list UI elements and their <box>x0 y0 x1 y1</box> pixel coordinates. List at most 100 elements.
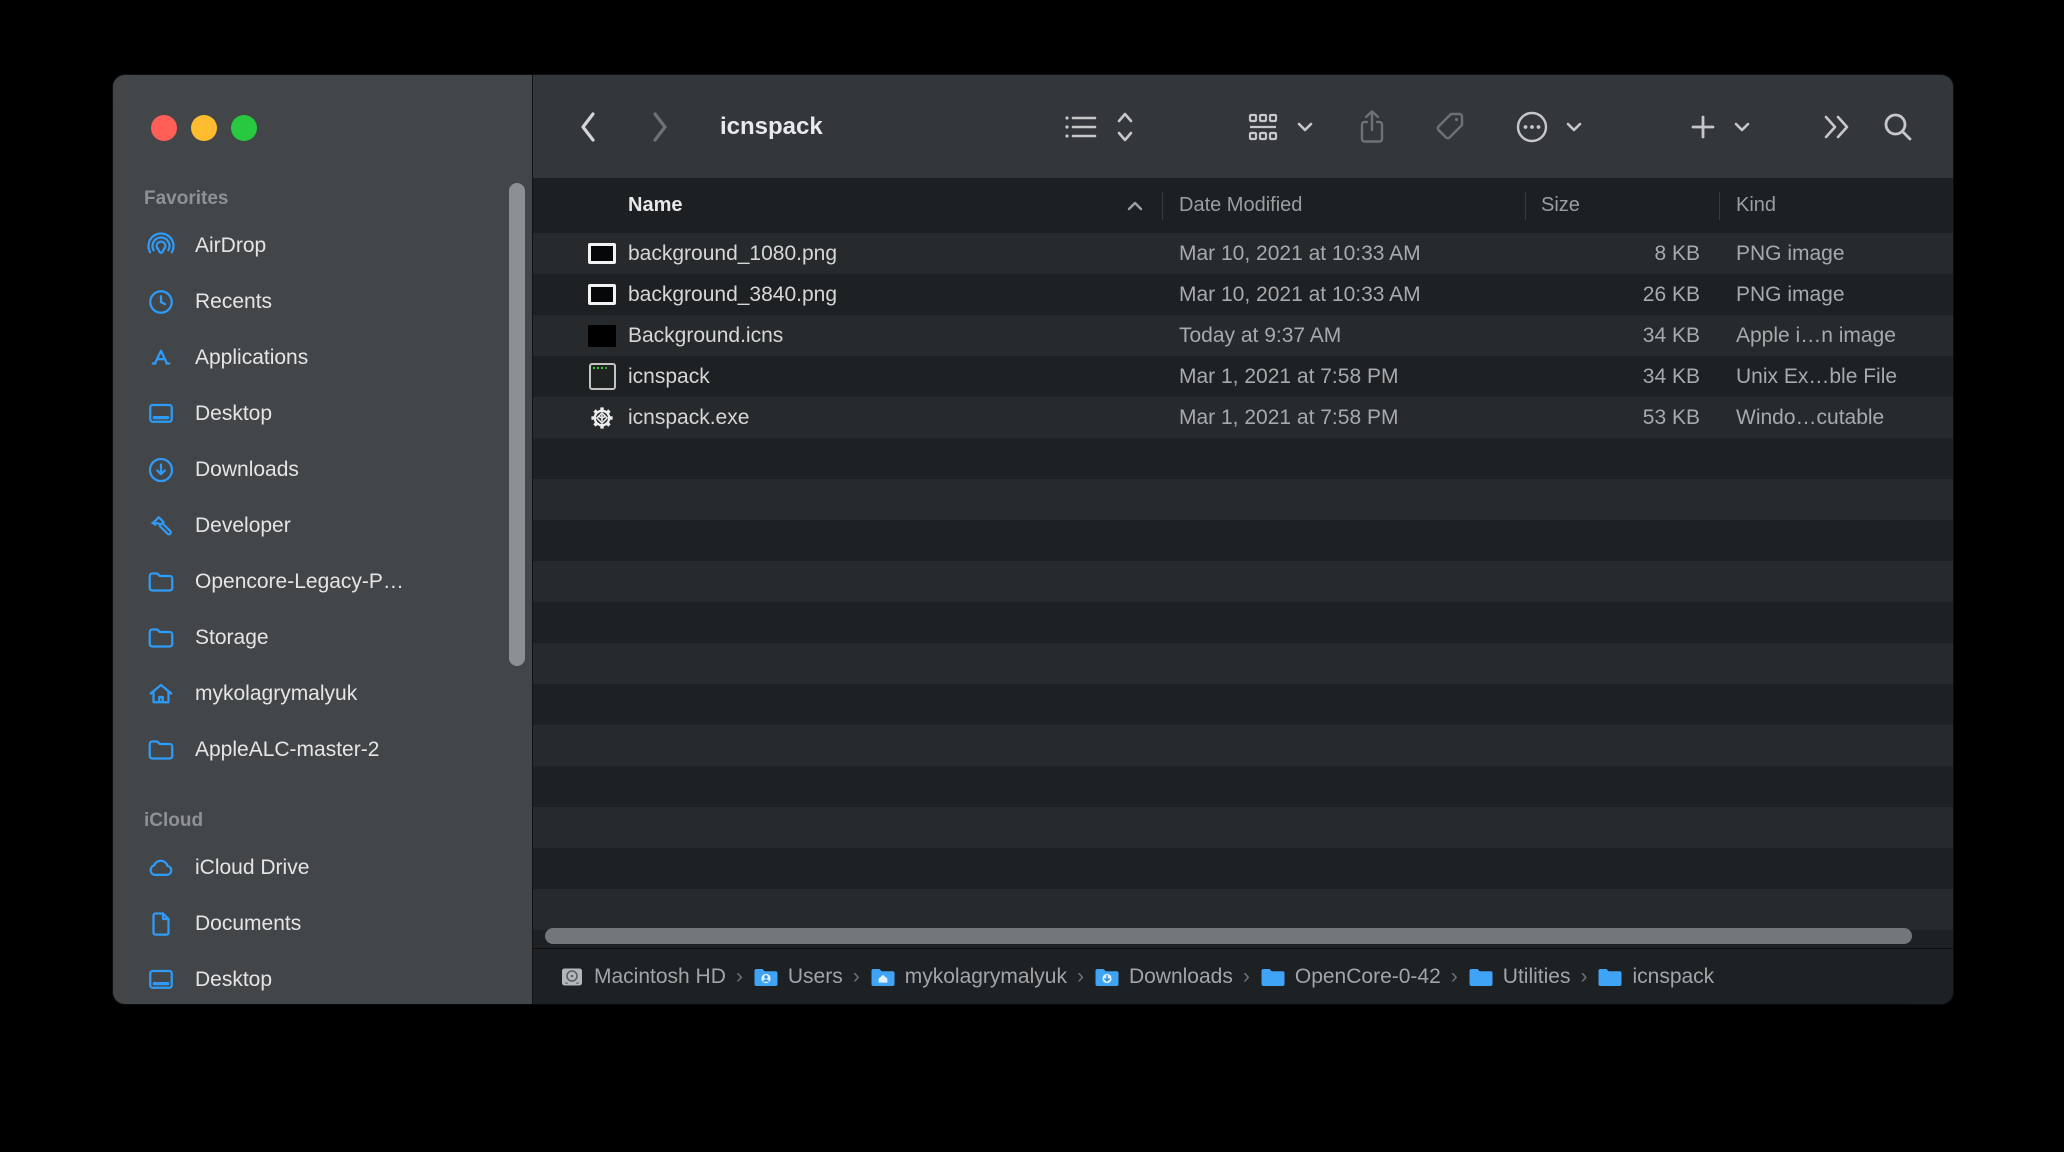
sidebar-item-downloads[interactable]: Downloads <box>113 442 513 498</box>
chevron-left-icon <box>583 114 593 140</box>
file-row[interactable]: background_3840.pngMar 10, 2021 at 10:33… <box>533 274 1953 315</box>
sidebar-section: FavoritesAirDropRecents Applications Deskt… <box>113 179 513 778</box>
sidebar-item-label: Developer <box>195 514 291 538</box>
unix-executable-icon <box>589 363 616 390</box>
list-header: Name Date Modified Size Kind <box>533 178 1953 235</box>
sidebar-item-documents[interactable]: Documents <box>113 896 513 952</box>
sidebar-item-airdrop[interactable]: AirDrop <box>113 218 513 274</box>
file-size: 8 KB <box>1525 233 1700 274</box>
breadcrumb-item-icnspack[interactable]: icnspack <box>1597 964 1714 990</box>
sidebar-item-applications[interactable]: Applications <box>113 330 513 386</box>
column-divider[interactable] <box>1719 192 1720 220</box>
breadcrumb-item-users[interactable]: Users <box>753 964 843 990</box>
horizontal-scrollbar[interactable] <box>545 928 1912 944</box>
search-icon <box>1881 110 1915 144</box>
empty-row-stripe <box>533 561 1953 602</box>
png-image-icon <box>588 243 616 264</box>
close-button[interactable] <box>151 115 177 141</box>
file-row[interactable]: icnspack.exeMar 1, 2021 at 7:58 PM53 KBW… <box>533 397 1953 438</box>
back-button[interactable] <box>575 107 601 147</box>
toolbar-overflow-button[interactable] <box>1820 112 1854 142</box>
document-icon <box>146 909 176 939</box>
list-view-icon <box>1062 111 1098 143</box>
sidebar-item-applealc-master-2[interactable]: AppleALC-master-2 <box>113 722 513 778</box>
sidebar-item-label: AppleALC-master-2 <box>195 738 379 762</box>
sidebar-scrollbar[interactable] <box>509 183 525 666</box>
window-controls <box>151 115 257 141</box>
folder-user-icon <box>753 964 779 990</box>
forward-button[interactable] <box>647 107 673 147</box>
breadcrumb-separator: › <box>1451 965 1458 989</box>
sidebar-item-recents[interactable]: Recents <box>113 274 513 330</box>
group-chevron[interactable] <box>1296 121 1314 133</box>
desktop-icon <box>146 399 176 429</box>
minimize-button[interactable] <box>191 115 217 141</box>
empty-row-stripe <box>533 684 1953 725</box>
view-mode-button[interactable] <box>1062 111 1098 143</box>
file-name: icnspack.exe <box>628 397 749 438</box>
sidebar-item-label: Storage <box>195 626 269 650</box>
empty-row-stripe <box>533 807 1953 848</box>
file-kind: Apple i…n image <box>1736 315 1896 356</box>
sidebar-item-developer[interactable]: Developer <box>113 498 513 554</box>
download-circle-icon <box>146 455 176 485</box>
breadcrumb-label: Downloads <box>1129 965 1233 989</box>
sidebar-item-label: Applications <box>195 346 308 370</box>
file-row[interactable]: icnspackMar 1, 2021 at 7:58 PM34 KBUnix … <box>533 356 1953 397</box>
breadcrumb-label: Utilities <box>1503 965 1571 989</box>
chevron-down-icon <box>1296 121 1314 133</box>
sidebar-item-desktop[interactable]: Desktop <box>113 386 513 442</box>
sidebar-item-label: Desktop <box>195 402 272 426</box>
gear-executable-icon <box>588 404 616 432</box>
empty-row-stripe <box>533 438 1953 479</box>
sidebar-item-icloud-drive[interactable]: iCloud Drive <box>113 840 513 896</box>
chevron-down-icon <box>1565 121 1583 133</box>
empty-row-stripe <box>533 479 1953 520</box>
share-button[interactable] <box>1356 108 1388 146</box>
sidebar-item-desktop[interactable]: Desktop <box>113 952 513 1004</box>
breadcrumb-item-macintosh-hd[interactable]: Macintosh HD <box>559 964 726 990</box>
folder-download-icon <box>1094 964 1120 990</box>
breadcrumb-item-utilities[interactable]: Utilities <box>1468 964 1571 990</box>
more-actions-button[interactable] <box>1513 108 1551 146</box>
file-name: Background.icns <box>628 315 783 356</box>
file-row[interactable]: Background.icnsToday at 9:37 AM34 KBAppl… <box>533 315 1953 356</box>
share-icon <box>1356 108 1388 146</box>
group-button[interactable] <box>1246 111 1280 143</box>
file-size: 26 KB <box>1525 274 1700 315</box>
view-mode-stepper[interactable] <box>1115 109 1135 145</box>
more-actions-chevron[interactable] <box>1565 121 1583 133</box>
folder-icon <box>146 567 176 597</box>
add-chevron[interactable] <box>1733 121 1751 133</box>
column-header-date[interactable]: Date Modified <box>1179 178 1302 233</box>
column-header-name[interactable]: Name <box>628 178 682 233</box>
cloud-icon <box>146 853 176 883</box>
sidebar-item-mykolagrymalyuk[interactable]: mykolagrymalyuk <box>113 666 513 722</box>
empty-row-stripe <box>533 889 1953 930</box>
file-row[interactable]: background_1080.pngMar 10, 2021 at 10:33… <box>533 233 1953 274</box>
add-button[interactable] <box>1688 112 1718 142</box>
sidebar-section: iCloudiCloud DriveDocumentsDesktop <box>113 801 513 1004</box>
column-divider[interactable] <box>1162 192 1163 220</box>
chevron-right-icon <box>655 114 665 140</box>
column-header-kind[interactable]: Kind <box>1736 178 1776 233</box>
column-header-size[interactable]: Size <box>1541 178 1580 233</box>
plus-icon <box>1688 112 1718 142</box>
breadcrumb-item-downloads[interactable]: Downloads <box>1094 964 1233 990</box>
breadcrumb-item-opencore-0-42[interactable]: OpenCore-0-42 <box>1260 964 1441 990</box>
column-divider[interactable] <box>1525 192 1526 220</box>
sidebar-item-storage[interactable]: Storage <box>113 610 513 666</box>
folder-filled-icon <box>1468 964 1494 990</box>
tag-button[interactable] <box>1431 109 1467 145</box>
drive-icon <box>559 964 585 990</box>
file-name: background_1080.png <box>628 233 837 274</box>
sidebar-section-label: Favorites <box>113 179 513 218</box>
breadcrumb-item-mykolagrymalyuk[interactable]: mykolagrymalyuk <box>870 964 1067 990</box>
sidebar-item-opencore-legacy-p-[interactable]: Opencore-Legacy-P… <box>113 554 513 610</box>
search-button[interactable] <box>1881 110 1915 144</box>
double-chevron-right-icon <box>1820 112 1854 142</box>
file-date: Mar 1, 2021 at 7:58 PM <box>1179 356 1398 397</box>
breadcrumb-separator: › <box>853 965 860 989</box>
zoom-button[interactable] <box>231 115 257 141</box>
file-kind: Windo…cutable <box>1736 397 1884 438</box>
